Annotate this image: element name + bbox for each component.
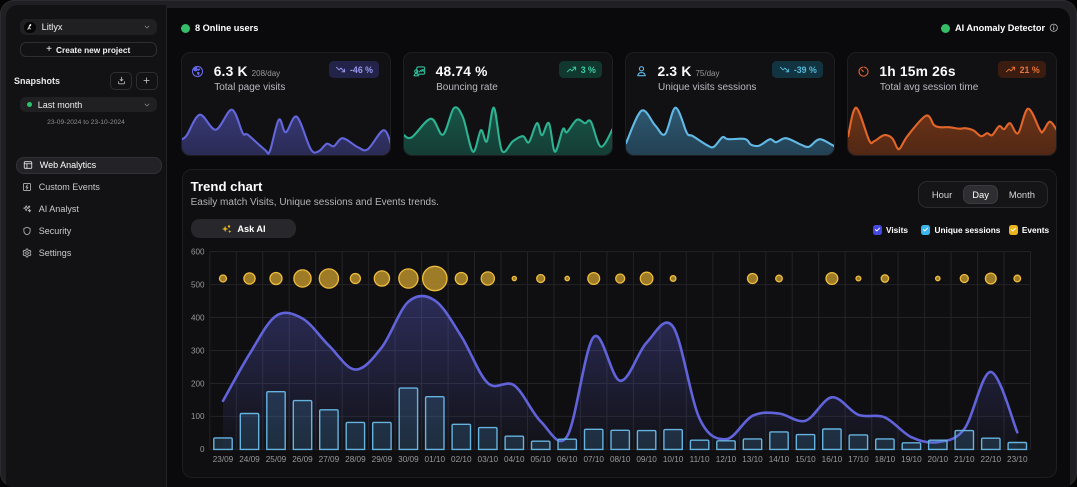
svg-text:06/10: 06/10: [557, 455, 578, 464]
svg-text:20/10: 20/10: [928, 455, 949, 464]
svg-text:23/10: 23/10: [1007, 455, 1028, 464]
svg-text:600: 600: [191, 247, 205, 256]
svg-text:500: 500: [191, 280, 205, 289]
svg-text:26/09: 26/09: [292, 455, 313, 464]
svg-text:22/10: 22/10: [981, 455, 1002, 464]
svg-text:25/09: 25/09: [266, 455, 287, 464]
svg-text:100: 100: [191, 412, 205, 421]
svg-text:21/10: 21/10: [954, 455, 975, 464]
svg-text:04/10: 04/10: [504, 455, 525, 464]
svg-text:12/10: 12/10: [716, 455, 737, 464]
svg-text:29/09: 29/09: [372, 455, 393, 464]
svg-text:15/10: 15/10: [795, 455, 816, 464]
svg-text:11/10: 11/10: [690, 455, 710, 464]
svg-text:400: 400: [191, 313, 205, 322]
svg-text:30/09: 30/09: [398, 455, 419, 464]
svg-text:14/10: 14/10: [769, 455, 790, 464]
svg-text:13/10: 13/10: [742, 455, 763, 464]
svg-text:17/10: 17/10: [848, 455, 869, 464]
svg-text:02/10: 02/10: [451, 455, 472, 464]
svg-text:0: 0: [200, 445, 205, 454]
svg-text:19/10: 19/10: [901, 455, 922, 464]
svg-text:01/10: 01/10: [425, 455, 446, 464]
svg-text:08/10: 08/10: [610, 455, 631, 464]
svg-text:03/10: 03/10: [478, 455, 499, 464]
svg-text:09/10: 09/10: [636, 455, 657, 464]
svg-text:05/10: 05/10: [530, 455, 551, 464]
svg-text:200: 200: [191, 379, 205, 388]
svg-text:24/09: 24/09: [239, 455, 260, 464]
svg-text:16/10: 16/10: [822, 455, 843, 464]
svg-text:18/10: 18/10: [875, 455, 896, 464]
svg-text:27/09: 27/09: [319, 455, 340, 464]
svg-text:10/10: 10/10: [663, 455, 684, 464]
svg-text:300: 300: [191, 346, 205, 355]
svg-text:28/09: 28/09: [345, 455, 366, 464]
svg-text:07/10: 07/10: [583, 455, 604, 464]
svg-text:23/09: 23/09: [213, 455, 234, 464]
